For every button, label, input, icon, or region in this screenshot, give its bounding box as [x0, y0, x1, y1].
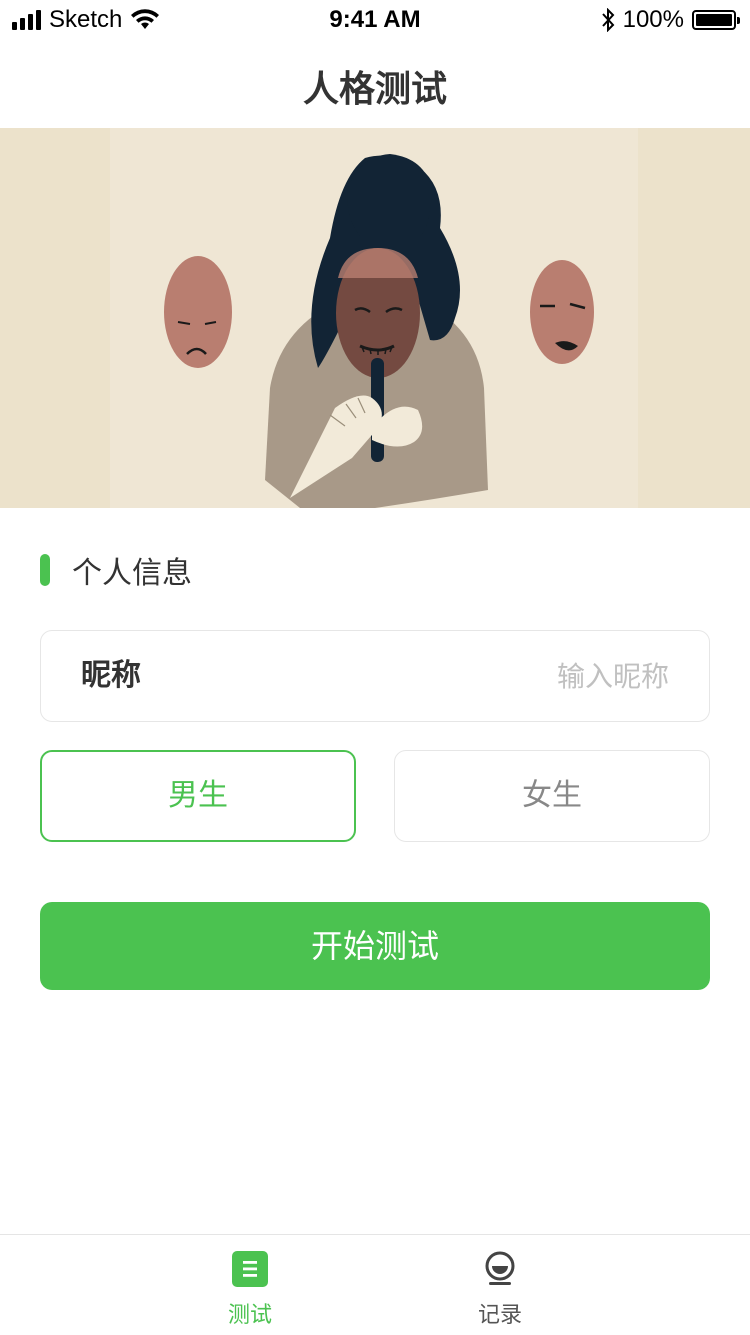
start-test-button[interactable]: 开始测试: [40, 902, 710, 990]
battery-fill: [696, 14, 732, 26]
gender-female-button[interactable]: 女生: [394, 750, 710, 842]
section-accent-bar: [40, 554, 50, 586]
nickname-label: 昵称: [81, 658, 141, 693]
tab-test[interactable]: 测试: [180, 1235, 320, 1335]
battery-percentage: 100%: [622, 6, 684, 33]
person-with-masks-illustration: [164, 154, 594, 508]
record-icon: [485, 1251, 515, 1285]
tab-bar: 测试 记录: [0, 1234, 750, 1335]
tab-record[interactable]: 记录: [430, 1235, 570, 1335]
nickname-field[interactable]: 昵称: [40, 630, 710, 722]
bluetooth-icon: [601, 8, 614, 32]
nickname-input[interactable]: [369, 651, 669, 701]
section-header: 个人信息: [40, 552, 192, 591]
status-right: 100%: [601, 6, 740, 34]
battery-icon: [692, 10, 740, 30]
gender-male-button[interactable]: 男生: [40, 750, 356, 842]
section-title: 个人信息: [72, 556, 192, 591]
hero-illustration: [0, 128, 750, 508]
page-title: 人格测试: [302, 69, 447, 110]
list-icon: [232, 1251, 268, 1287]
tab-record-label: 记录: [477, 1303, 522, 1328]
status-bar: Sketch 9:41 AM 100%: [0, 0, 750, 40]
tab-test-label: 测试: [227, 1303, 272, 1328]
